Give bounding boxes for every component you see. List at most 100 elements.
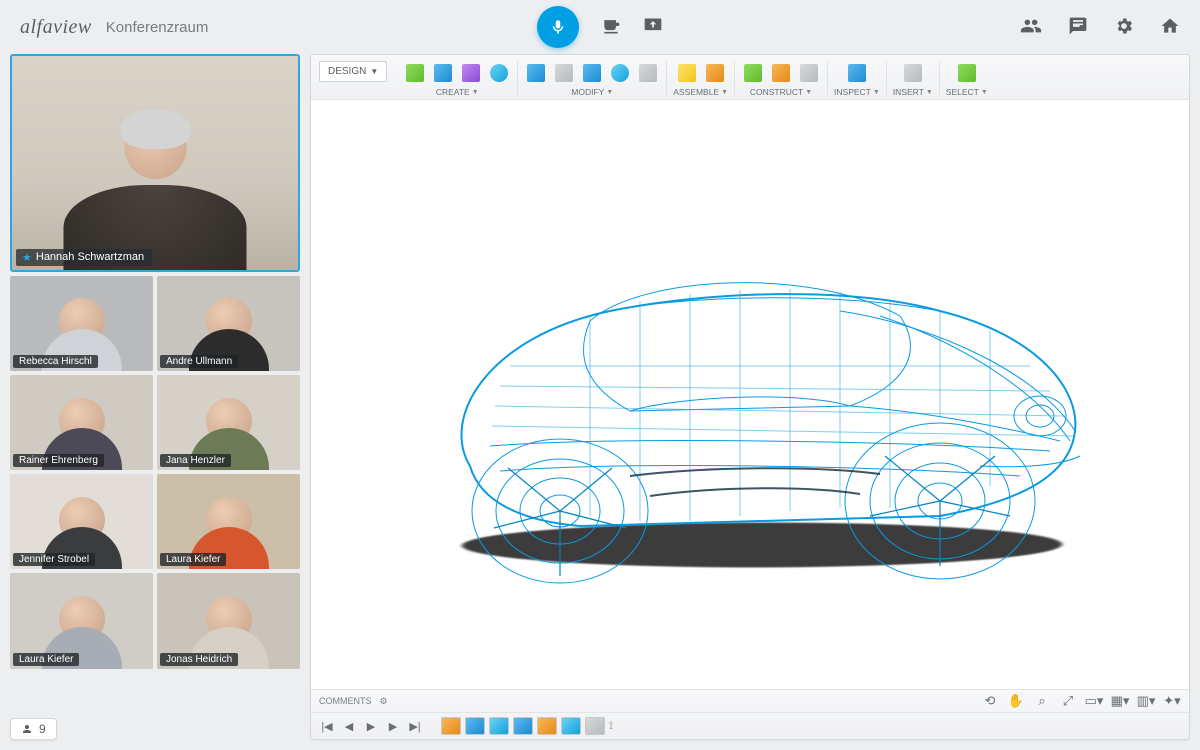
- tool-construct-2[interactable]: [797, 61, 821, 85]
- tool-group-select: SELECT▼: [940, 61, 994, 97]
- header-center-controls: [537, 6, 663, 48]
- share-screen-icon: [643, 16, 663, 36]
- cad-bottom-bars: COMMENTS ⚙ ⟲ ✋ ⌕ ⤢ ▭▾ ▦▾ ▥▾ ✦▾ |◀ ◀ ▶ ▶: [311, 689, 1189, 739]
- grid-dropdown[interactable]: ▦▾: [1111, 692, 1129, 710]
- tool-group-label-assemble[interactable]: ASSEMBLE▼: [673, 87, 728, 97]
- tool-create-2[interactable]: [459, 61, 483, 85]
- tool-modify-0[interactable]: [524, 61, 548, 85]
- participant-grid: Rebecca Hirschl Andre Ullmann Rainer Ehren…: [10, 276, 300, 669]
- timeline-step[interactable]: [537, 717, 557, 735]
- tool-modify-1[interactable]: [552, 61, 576, 85]
- participant-video-tile[interactable]: Jonas Heidrich: [157, 573, 300, 668]
- tool-group-label-modify[interactable]: MODIFY▼: [571, 87, 613, 97]
- tool-group-label-create[interactable]: CREATE▼: [436, 87, 479, 97]
- participant-video-tile[interactable]: Jennifer Strobel: [10, 474, 153, 569]
- chevron-down-icon: ▼: [981, 89, 988, 96]
- cad-toolbar: DESIGN ▼ CREATE▼ MODIFY▼ ASSEMBLE▼ CONSTRUCT…: [311, 55, 1189, 100]
- cad-mode-dropdown[interactable]: DESIGN ▼: [319, 61, 387, 82]
- timeline-step[interactable]: [513, 717, 533, 735]
- orbit-tool[interactable]: ⟲: [981, 692, 999, 710]
- home-button[interactable]: [1160, 16, 1180, 39]
- pan-tool[interactable]: ✋: [1007, 692, 1025, 710]
- timeline-step[interactable]: [441, 717, 461, 735]
- tool-group-label-insert[interactable]: INSERT▼: [893, 87, 933, 97]
- host-star-icon: ★: [22, 251, 32, 264]
- participant-name-label: Andre Ullmann: [160, 355, 238, 368]
- timeline-marker-icon[interactable]: ⟟: [609, 720, 613, 733]
- tool-group-label-construct[interactable]: CONSTRUCT▼: [750, 87, 812, 97]
- chat-button[interactable]: [1068, 16, 1088, 39]
- participant-video-tile[interactable]: Jana Henzler: [157, 375, 300, 470]
- cad-timeline-bar: |◀ ◀ ▶ ▶ ▶| ⟟: [311, 713, 1189, 739]
- tool-create-1[interactable]: [431, 61, 455, 85]
- participant-video-tile[interactable]: Rebecca Hirschl: [10, 276, 153, 371]
- speaker-name-label: Hannah Schwartzman: [36, 251, 144, 263]
- gear-icon: [1114, 16, 1134, 36]
- coffee-icon: [601, 16, 621, 36]
- microphone-button[interactable]: [537, 6, 579, 48]
- participant-video-tile[interactable]: Laura Kiefer: [10, 573, 153, 668]
- share-screen-button[interactable]: [643, 16, 663, 39]
- comments-settings-icon[interactable]: ⚙: [380, 696, 388, 707]
- settings-button[interactable]: [1114, 16, 1134, 39]
- tool-modify-4[interactable]: [636, 61, 660, 85]
- tool-group-label-select[interactable]: SELECT▼: [946, 87, 988, 97]
- timeline-last-button[interactable]: ▶|: [407, 720, 423, 733]
- chevron-down-icon: ▼: [606, 89, 613, 96]
- tool-group-label-inspect[interactable]: INSPECT▼: [834, 87, 880, 97]
- tool-assemble-0[interactable]: [675, 61, 699, 85]
- participant-video-tile[interactable]: Rainer Ehrenberg: [10, 375, 153, 470]
- tool-inspect-0[interactable]: [845, 61, 869, 85]
- room-name: Konferenzraum: [106, 19, 209, 36]
- participant-name-label: Jonas Heidrich: [160, 653, 238, 666]
- chevron-down-icon: ▼: [805, 89, 812, 96]
- person-icon: [21, 723, 33, 735]
- participant-video-tile[interactable]: Laura Kiefer: [157, 474, 300, 569]
- tool-modify-3[interactable]: [608, 61, 632, 85]
- participant-video-tile[interactable]: Andre Ullmann: [157, 276, 300, 371]
- participant-count-button[interactable]: 9: [10, 718, 57, 740]
- tool-assemble-1[interactable]: [703, 61, 727, 85]
- chevron-down-icon: ▼: [370, 67, 378, 76]
- tool-modify-2[interactable]: [580, 61, 604, 85]
- timeline-step[interactable]: [585, 717, 605, 735]
- timeline-step[interactable]: [465, 717, 485, 735]
- timeline-prev-button[interactable]: ◀: [341, 720, 357, 733]
- video-sidebar: ★ Hannah Schwartzman Rebecca Hirschl Andr…: [10, 54, 300, 740]
- home-icon: [1160, 16, 1180, 36]
- tool-construct-0[interactable]: [741, 61, 765, 85]
- tool-select-0[interactable]: [955, 61, 979, 85]
- timeline-step[interactable]: [489, 717, 509, 735]
- display-dropdown[interactable]: ▭▾: [1085, 692, 1103, 710]
- comments-label[interactable]: COMMENTS: [319, 696, 372, 706]
- participant-name-label: Laura Kiefer: [160, 553, 226, 566]
- tool-create-3[interactable]: [487, 61, 511, 85]
- coffee-break-button[interactable]: [601, 16, 621, 39]
- fit-tool[interactable]: ⤢: [1059, 692, 1077, 710]
- app-logo: alfaview: [20, 16, 92, 39]
- participants-button[interactable]: [1020, 15, 1042, 40]
- tool-insert-0[interactable]: [901, 61, 925, 85]
- timeline-first-button[interactable]: |◀: [319, 720, 335, 733]
- viewport-dropdown[interactable]: ▥▾: [1137, 692, 1155, 710]
- zoom-tool[interactable]: ⌕: [1033, 692, 1051, 710]
- cad-canvas[interactable]: [311, 100, 1189, 689]
- timeline-play-button[interactable]: ▶: [363, 720, 379, 733]
- participant-name-label: Rainer Ehrenberg: [13, 454, 104, 467]
- cad-mode-label: DESIGN: [328, 66, 366, 77]
- tool-group-inspect: INSPECT▼: [828, 61, 887, 97]
- speaker-video-tile[interactable]: ★ Hannah Schwartzman: [10, 54, 300, 272]
- tool-create-0[interactable]: [403, 61, 427, 85]
- timeline-step[interactable]: [561, 717, 581, 735]
- chevron-down-icon: ▼: [472, 89, 479, 96]
- people-icon: [1020, 15, 1042, 37]
- tool-group-create: CREATE▼: [397, 61, 518, 97]
- extras-dropdown[interactable]: ✦▾: [1163, 692, 1181, 710]
- participant-name-label: Jana Henzler: [160, 454, 231, 467]
- tool-group-assemble: ASSEMBLE▼: [667, 61, 735, 97]
- timeline-next-button[interactable]: ▶: [385, 720, 401, 733]
- shared-content-panel: DESIGN ▼ CREATE▼ MODIFY▼ ASSEMBLE▼ CONSTRUCT…: [310, 54, 1190, 740]
- tool-group-construct: CONSTRUCT▼: [735, 61, 828, 97]
- tool-construct-1[interactable]: [769, 61, 793, 85]
- chat-icon: [1068, 16, 1088, 36]
